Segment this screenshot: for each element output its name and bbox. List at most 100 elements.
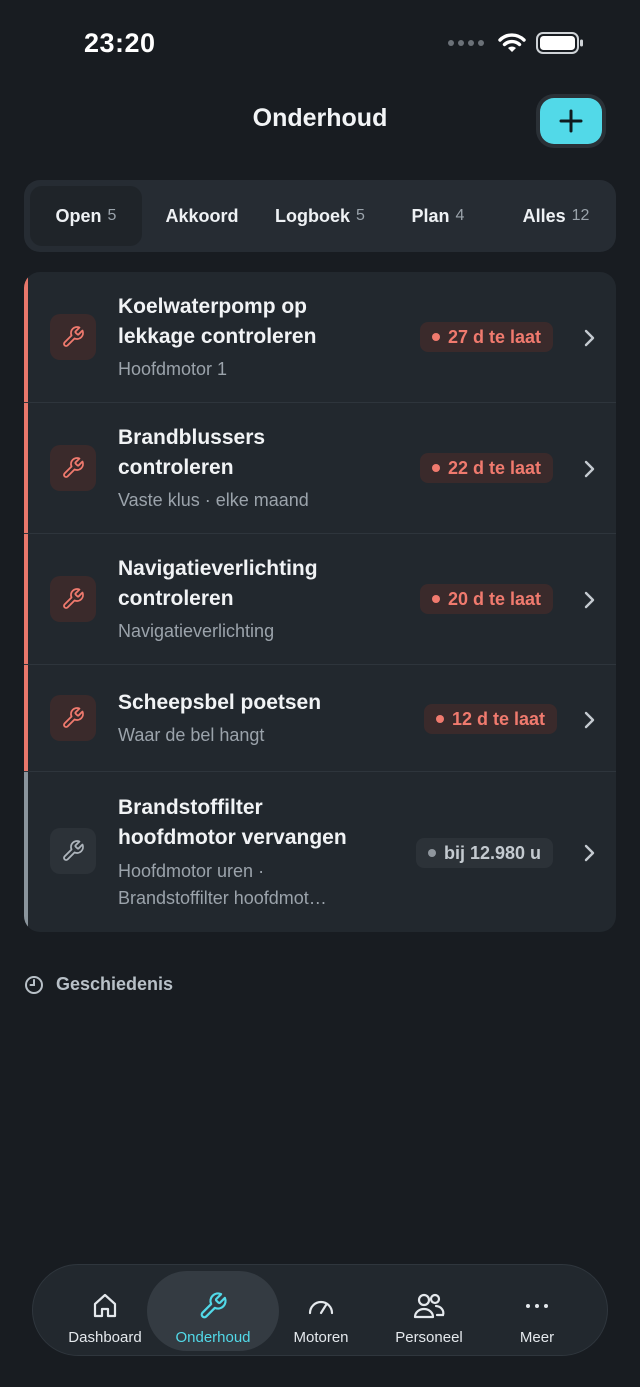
status-dot <box>428 849 436 857</box>
task-row[interactable]: Koelwaterpomp op lekkage controleren Hoo… <box>24 272 616 403</box>
plus-icon <box>559 109 583 133</box>
task-type-icon <box>50 314 96 360</box>
status-badge: 12 d te laat <box>424 704 558 734</box>
history-label: Geschiedenis <box>56 974 174 994</box>
status-badge: 27 d te laat <box>420 322 554 352</box>
filter-tabs: Open 5 Akkoord Logboek 5 Plan 4 Alles 12 <box>24 180 616 252</box>
wrench-icon <box>63 840 84 861</box>
task-subtitle: Vaste klus · elke maand <box>118 490 309 510</box>
status-badge: 20 d te laat <box>420 584 554 614</box>
badge-text: 27 d te laat <box>448 326 542 347</box>
status-stripe <box>24 772 28 932</box>
task-row[interactable]: Navigatieverlichting controleren Navigat… <box>24 534 616 665</box>
task-row[interactable]: Brandstoffilter hoofdmotor vervangen Hoo… <box>24 772 616 932</box>
status-icons <box>448 32 584 54</box>
tab-count: 12 <box>571 207 590 224</box>
status-stripe <box>24 403 28 534</box>
status-badge: 22 d te laat <box>420 453 554 483</box>
tab-label: Open <box>55 205 102 226</box>
status-dot <box>432 595 440 603</box>
chevron-right-icon <box>584 844 595 862</box>
wifi-icon <box>498 33 526 52</box>
badge-text: 20 d te laat <box>448 588 542 609</box>
wrench-icon <box>147 1289 279 1323</box>
tab-label: Alles <box>522 205 566 226</box>
nav-label: Dashboard <box>68 1329 142 1346</box>
task-row[interactable]: Scheepsbel poetsen Waar de bel hangt 12 … <box>24 665 616 772</box>
battery-icon <box>536 32 583 54</box>
tab-label: Plan <box>411 205 450 226</box>
badge-text: 12 d te laat <box>452 708 546 729</box>
add-task-button[interactable] <box>540 98 602 144</box>
task-title: Brandstoffilter hoofdmotor vervangen <box>118 793 388 853</box>
people-icon <box>371 1289 487 1323</box>
nav-label: Onderhoud <box>175 1329 251 1346</box>
task-subtitle-line: Hoofdmotor uren · <box>118 861 265 881</box>
task-title-line: hoofdmotor vervangen <box>118 826 347 849</box>
task-title: Koelwaterpomp op lekkage controleren <box>118 292 388 352</box>
nav-meer[interactable]: Meer <box>479 1271 595 1351</box>
task-title-line: controleren <box>118 456 234 479</box>
task-type-icon <box>50 828 96 874</box>
nav-label: Meer <box>519 1329 555 1346</box>
chevron-right-icon <box>584 460 595 478</box>
task-title-line: lekkage controleren <box>118 325 317 348</box>
status-stripe <box>24 665 28 772</box>
tab-count: 5 <box>356 207 365 224</box>
tab-alles[interactable]: Alles 12 <box>498 186 614 246</box>
task-type-icon <box>50 695 96 741</box>
nav-onderhoud[interactable]: Onderhoud <box>147 1271 279 1351</box>
nav-dashboard[interactable]: Dashboard <box>47 1271 163 1351</box>
task-type-icon <box>50 445 96 491</box>
task-subtitle-line: Brandstoffilter hoofdmot… <box>118 888 327 908</box>
task-title-line: Koelwaterpomp op <box>118 295 308 318</box>
bottom-nav: Dashboard Onderhoud Motoren Personeel Me… <box>32 1264 608 1356</box>
task-list: Koelwaterpomp op lekkage controleren Hoo… <box>24 272 616 932</box>
badge-text: bij 12.980 u <box>444 842 542 863</box>
tab-open[interactable]: Open 5 <box>30 186 142 246</box>
more-icon <box>479 1289 595 1323</box>
task-title: Navigatieverlichting controleren <box>118 554 388 614</box>
task-title-line: Brandblussers <box>118 426 266 449</box>
task-subtitle: Navigatieverlichting <box>118 621 275 641</box>
history-link[interactable]: Geschiedenis <box>24 974 173 995</box>
wrench-icon <box>63 326 84 347</box>
task-type-icon <box>50 576 96 622</box>
chevron-right-icon <box>584 711 595 729</box>
nav-label: Motoren <box>293 1329 349 1346</box>
status-time: 23:20 <box>84 28 156 58</box>
tab-plan[interactable]: Plan 4 <box>380 186 496 246</box>
status-stripe <box>24 534 28 665</box>
task-subtitle: Waar de bel hangt <box>118 725 265 745</box>
chevron-right-icon <box>584 591 595 609</box>
clock-icon <box>25 975 43 994</box>
tab-label: Akkoord <box>165 205 239 226</box>
status-dot <box>436 715 444 723</box>
task-title: Scheepsbel poetsen <box>118 691 322 714</box>
status-dot <box>432 333 440 341</box>
task-title-line: controleren <box>118 587 234 610</box>
tab-count: 5 <box>107 207 117 224</box>
task-row[interactable]: Brandblussers controleren Vaste klus · e… <box>24 403 616 534</box>
tab-logboek[interactable]: Logboek 5 <box>262 186 378 246</box>
task-subtitle: Hoofdmotor uren · Brandstoffilter hoofdm… <box>118 858 388 912</box>
wrench-icon <box>63 588 84 609</box>
nav-personeel[interactable]: Personeel <box>371 1271 487 1351</box>
task-subtitle: Hoofdmotor 1 <box>118 359 228 379</box>
home-icon <box>47 1289 163 1323</box>
task-title-line: Navigatieverlichting <box>118 557 318 580</box>
nav-label: Personeel <box>395 1329 463 1346</box>
tab-label: Logboek <box>275 205 351 226</box>
chevron-right-icon <box>584 329 595 347</box>
status-stripe <box>24 272 28 403</box>
signal-icon <box>448 40 484 46</box>
task-title-line: Brandstoffilter <box>118 796 263 819</box>
tab-akkoord[interactable]: Akkoord <box>144 186 260 246</box>
nav-motoren[interactable]: Motoren <box>263 1271 379 1351</box>
wrench-icon <box>63 457 84 478</box>
badge-text: 22 d te laat <box>448 457 542 478</box>
status-dot <box>432 464 440 472</box>
wrench-icon <box>63 707 84 728</box>
tab-count: 4 <box>455 207 465 224</box>
status-bar: 23:20 <box>0 0 640 90</box>
